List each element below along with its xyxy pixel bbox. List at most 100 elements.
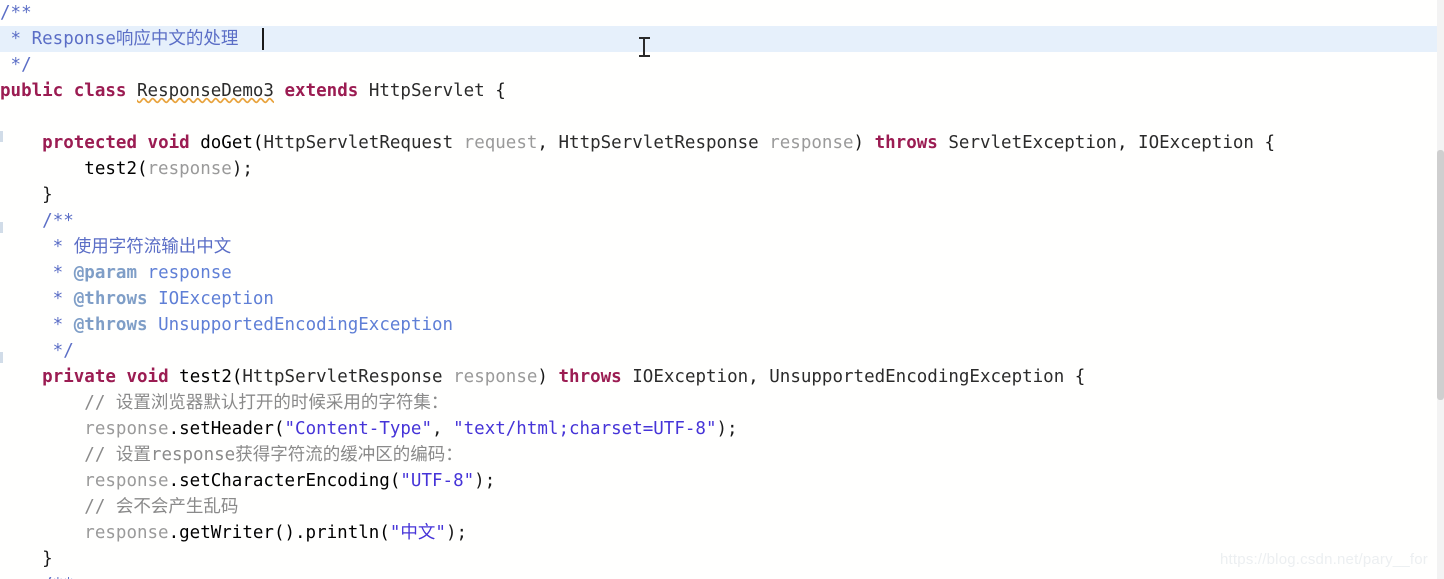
code-token: "中文" <box>389 523 446 543</box>
code-token: "UTF-8" <box>400 471 475 491</box>
mouse-ibeam-cursor <box>639 36 650 58</box>
code-token: HttpServlet <box>368 81 485 101</box>
code-token: protected <box>42 133 137 153</box>
code-token: void <box>147 133 190 153</box>
code-line[interactable]: * @throws IOException <box>0 286 1444 312</box>
code-line[interactable]: response.setHeader("Content-Type", "text… <box>0 416 1444 442</box>
code-token: HttpServletResponse <box>558 133 759 153</box>
code-token: "Content-Type" <box>284 419 433 439</box>
code-line[interactable]: */ <box>0 338 1444 364</box>
vertical-scrollbar-thumb[interactable] <box>1437 150 1444 400</box>
code-token: ); <box>445 523 468 543</box>
code-token: response <box>84 419 169 439</box>
code-token: IOException <box>158 289 274 309</box>
code-token: response <box>453 367 538 387</box>
code-token: response <box>84 523 169 543</box>
code-token: ServletException <box>948 133 1117 153</box>
code-text-area[interactable]: /** * Response响应中文的处理 */ public class Res… <box>0 0 1444 579</box>
code-token: IOException <box>632 367 749 387</box>
code-token: ) <box>537 367 559 387</box>
code-token: response <box>147 263 232 283</box>
code-token: * <box>0 263 74 283</box>
code-token: // 会不会产生乱码 <box>84 497 239 517</box>
code-line[interactable]: * @throws UnsupportedEncodingException <box>0 312 1444 338</box>
code-line[interactable]: /** <box>0 0 1444 26</box>
code-token: // 设置浏览器默认打开的时候采用的字符集： <box>84 393 449 413</box>
code-token: IOException <box>1138 133 1254 153</box>
code-line[interactable]: // 设置response获得字符流的缓冲区的编码： <box>0 442 1444 468</box>
code-token: class <box>73 81 127 101</box>
code-token: @throws <box>73 315 148 335</box>
code-token: , <box>432 419 454 439</box>
code-editor[interactable]: /** * Response响应中文的处理 */ public class Res… <box>0 0 1444 579</box>
code-token: , <box>1116 133 1139 153</box>
code-token: test2( <box>84 159 148 179</box>
code-token: response <box>84 471 169 491</box>
code-token: ResponseDemo3 <box>137 81 274 101</box>
code-token: extends <box>284 81 359 101</box>
code-token: , <box>537 133 559 153</box>
code-token: private <box>42 367 116 387</box>
code-token: @throws <box>73 289 148 309</box>
code-token: } <box>0 549 53 569</box>
code-line[interactable]: */ <box>0 52 1444 78</box>
code-line[interactable]: // 会不会产生乱码 <box>0 494 1444 520</box>
code-line[interactable]: * Response响应中文的处理 <box>0 26 1444 52</box>
code-token: request <box>463 133 538 153</box>
vertical-scrollbar-track[interactable] <box>1437 0 1444 579</box>
code-token: .getWriter().println( <box>168 523 390 543</box>
code-line[interactable]: // 设置浏览器默认打开的时候采用的字符集： <box>0 390 1444 416</box>
code-line[interactable]: /** <box>0 572 1444 579</box>
code-token: throws <box>874 133 938 153</box>
code-token: Response响应中文的处理 <box>31 29 239 49</box>
code-token: */ <box>0 55 32 75</box>
code-token: ); <box>474 471 496 491</box>
text-caret <box>262 28 264 50</box>
code-token: HttpServletResponse <box>242 367 443 387</box>
code-token: ); <box>231 159 253 179</box>
code-token: throws <box>558 367 622 387</box>
code-token: 使用字符流输出中文 <box>73 237 232 257</box>
code-line[interactable]: protected void doGet(HttpServletRequest … <box>0 130 1444 156</box>
code-token: , <box>748 367 770 387</box>
code-line[interactable]: test2(response); <box>0 156 1444 182</box>
code-line[interactable]: /** <box>0 208 1444 234</box>
code-token: { <box>1253 133 1276 153</box>
code-line[interactable]: * @param response <box>0 260 1444 286</box>
code-token: /** <box>42 211 74 231</box>
code-line[interactable]: response.setCharacterEncoding("UTF-8"); <box>0 468 1444 494</box>
code-line[interactable]: * 使用字符流输出中文 <box>0 234 1444 260</box>
code-token: .setCharacterEncoding( <box>168 471 401 491</box>
code-line[interactable]: public class ResponseDemo3 extends HttpS… <box>0 78 1444 104</box>
code-line[interactable]: } <box>0 182 1444 208</box>
code-line[interactable] <box>0 104 1444 130</box>
code-token: test2( <box>179 367 243 387</box>
code-token: * <box>0 315 74 335</box>
code-token: .setHeader( <box>168 419 285 439</box>
code-line[interactable]: response.getWriter().println("中文"); <box>0 520 1444 546</box>
code-token: void <box>126 367 169 387</box>
code-token: } <box>0 185 53 205</box>
code-token: { <box>484 81 506 101</box>
code-line[interactable]: private void test2(HttpServletResponse r… <box>0 364 1444 390</box>
csdn-watermark: https://blog.csdn.net/pary__for <box>1220 551 1428 568</box>
